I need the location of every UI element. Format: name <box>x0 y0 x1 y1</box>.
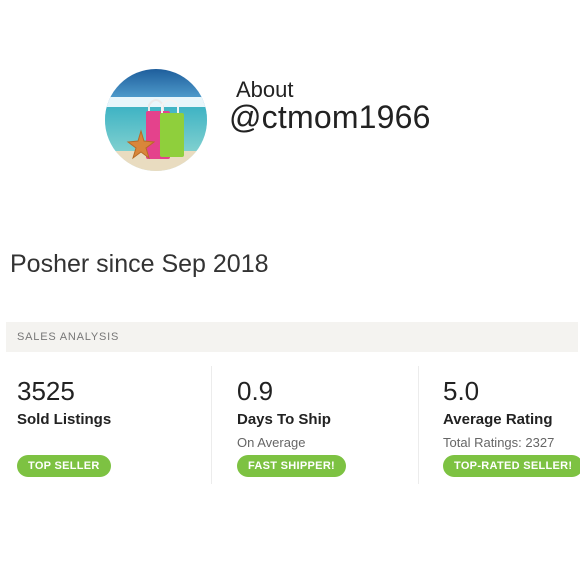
sales-analysis-header: SALES ANALYSIS <box>6 322 578 352</box>
top-seller-badge: TOP SELLER <box>17 455 111 477</box>
days-to-ship-subtitle: On Average <box>237 435 306 450</box>
total-ratings-subtitle: Total Ratings: 2327 <box>443 435 555 450</box>
posher-since-text: Posher since Sep 2018 <box>10 250 269 278</box>
closet-about-page: About @ctmom1966 Posher since Sep 2018 S… <box>0 0 580 580</box>
average-rating-title: Average Rating <box>443 411 553 428</box>
sold-listings-value: 3525 <box>17 376 75 406</box>
sales-analysis-label: SALES ANALYSIS <box>17 331 120 343</box>
stat-divider <box>211 366 212 484</box>
stat-sold-listings: 3525 Sold Listings TOP SELLER <box>17 366 202 484</box>
username[interactable]: @ctmom1966 <box>229 99 431 136</box>
days-to-ship-value: 0.9 <box>237 376 274 406</box>
stat-divider <box>418 366 419 484</box>
days-to-ship-title: Days To Ship <box>237 411 331 428</box>
sold-listings-title: Sold Listings <box>17 411 112 428</box>
stat-average-rating: 5.0 Average Rating Total Ratings: 2327 T… <box>443 366 580 484</box>
fast-shipper-badge: FAST SHIPPER! <box>237 455 347 477</box>
top-rated-seller-badge: TOP-RATED SELLER! <box>443 455 580 477</box>
stat-days-to-ship: 0.9 Days To Ship On Average FAST SHIPPER… <box>237 366 407 484</box>
average-rating-value: 5.0 <box>443 376 480 406</box>
avatar[interactable] <box>105 69 207 171</box>
avatar-beach-bags-image <box>105 69 207 171</box>
